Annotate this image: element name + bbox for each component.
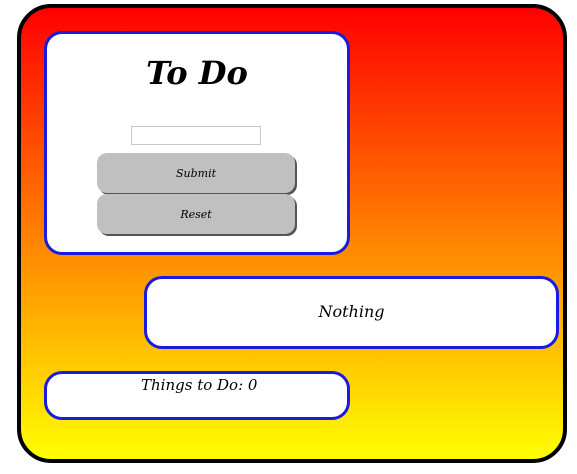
- todo-form-panel: To Do Submit Reset: [44, 31, 350, 255]
- app-frame: To Do Submit Reset Nothing Things to Do:…: [17, 4, 567, 463]
- submit-button[interactable]: Submit: [97, 153, 295, 193]
- todo-count-label: Things to Do: 0: [141, 376, 258, 394]
- empty-list-message: Nothing: [318, 302, 385, 321]
- page-title: To Do: [146, 54, 248, 92]
- reset-button[interactable]: Reset: [97, 194, 295, 234]
- todo-input[interactable]: [131, 126, 261, 145]
- todo-list-panel: Nothing: [144, 276, 559, 349]
- todo-count-panel: Things to Do: 0: [44, 371, 350, 420]
